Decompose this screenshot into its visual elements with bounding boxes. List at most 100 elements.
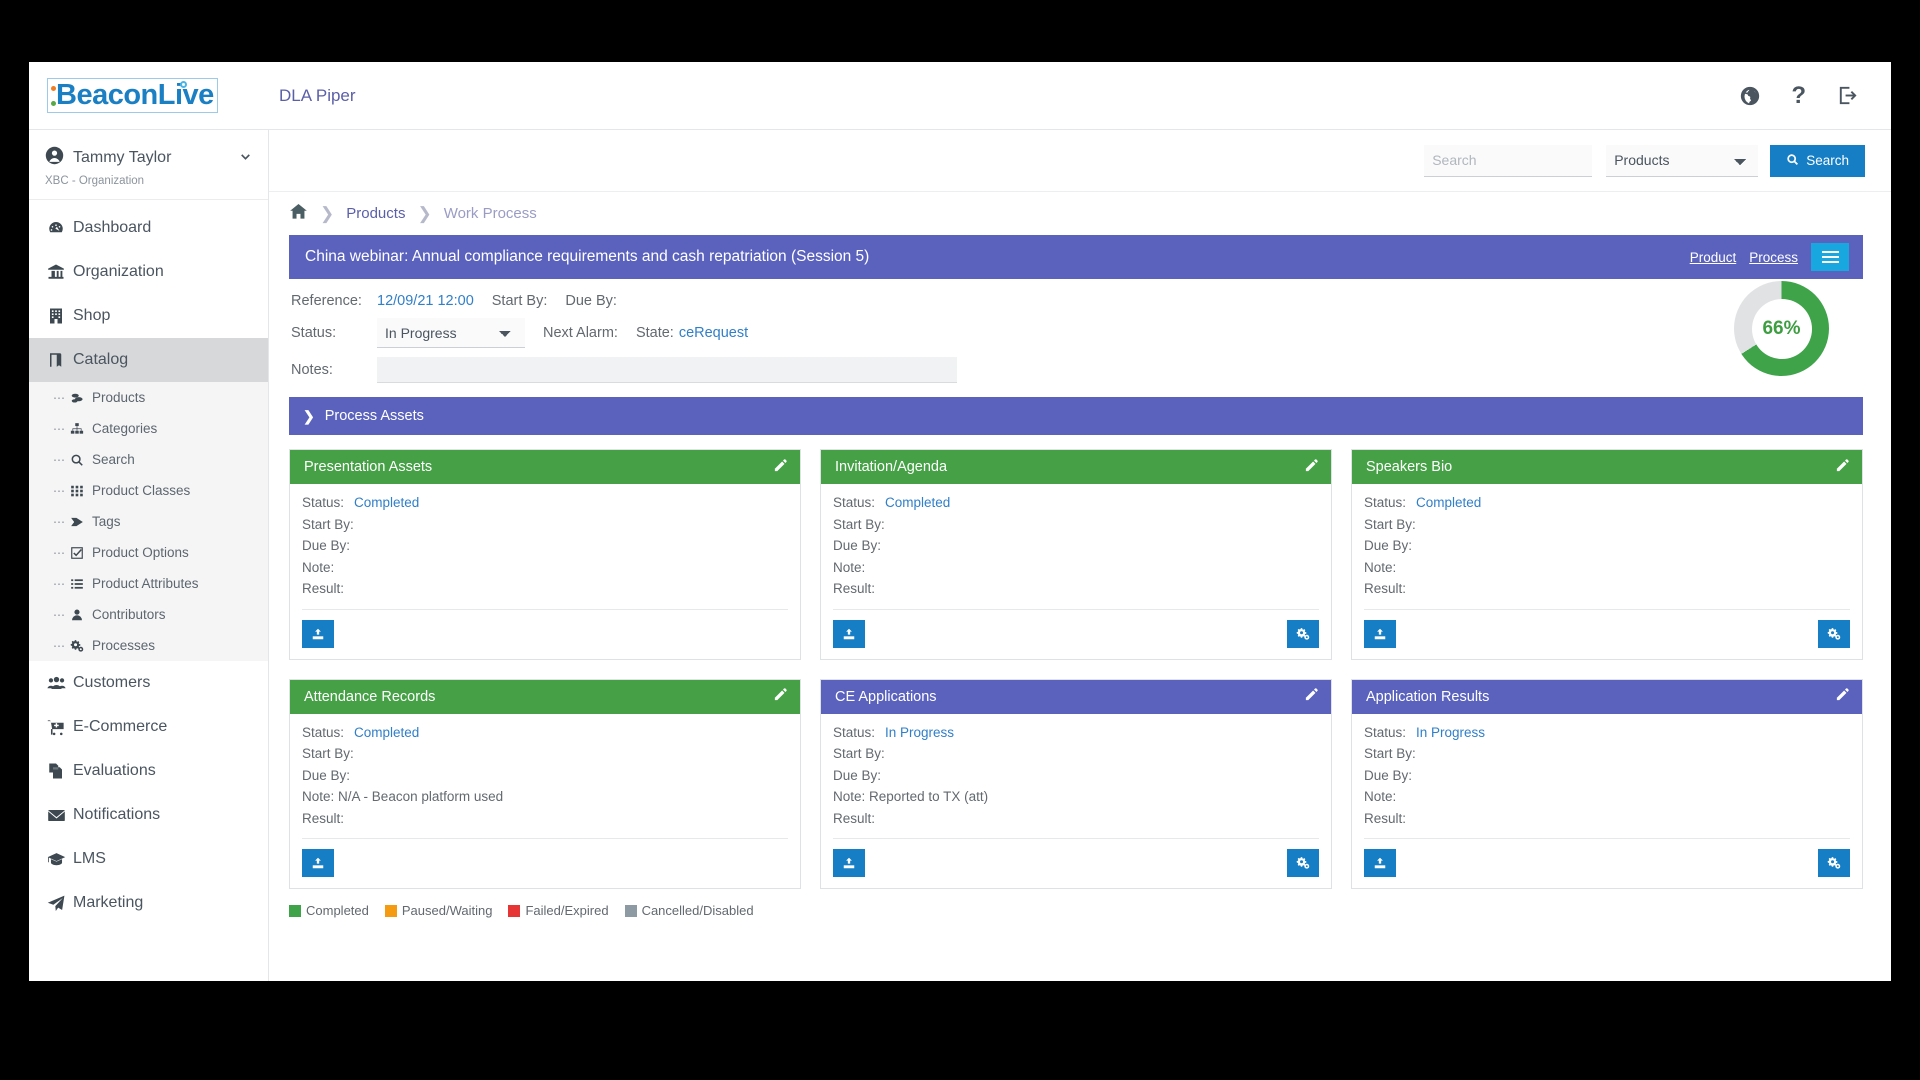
status-label: Status:	[291, 325, 337, 341]
card-note-label: Note:	[1364, 789, 1397, 804]
edit-pencil-icon[interactable]	[773, 458, 788, 477]
legend-swatch	[289, 904, 301, 917]
edit-pencil-icon[interactable]	[1835, 687, 1850, 706]
upload-button[interactable]	[302, 849, 334, 877]
process-link[interactable]: Process	[1749, 250, 1798, 265]
product-link[interactable]: Product	[1690, 250, 1737, 265]
asset-cards-grid: Presentation Assets Status: Completed Start…	[289, 449, 1863, 889]
asset-card-title: Invitation/Agenda	[835, 459, 948, 475]
asset-card: Presentation Assets Status: Completed Start…	[289, 449, 801, 660]
sidebar-item-e-commerce[interactable]: E-Commerce	[29, 705, 268, 749]
status-select[interactable]: In Progress	[377, 318, 525, 348]
sidebar-navigation: Tammy Taylor XBC - Organization Dashboar…	[29, 130, 269, 981]
settings-button[interactable]	[1287, 619, 1319, 648]
sidebar-item-processes[interactable]: ⋯ Processes	[29, 630, 268, 661]
title-bar-actions: Product Process	[1690, 243, 1849, 271]
upload-button[interactable]	[833, 849, 865, 877]
tree-dash: ⋯	[53, 452, 65, 467]
sidebar-item-dashboard[interactable]: Dashboard	[29, 206, 268, 250]
process-assets-toggle[interactable]: ❯ Process Assets	[289, 397, 1863, 435]
legend-label: Completed	[306, 903, 369, 918]
sidebar-item-customers[interactable]: Customers	[29, 661, 268, 705]
upload-button[interactable]	[1364, 849, 1396, 877]
sidebar-item-products[interactable]: ⋯ Products	[29, 382, 268, 413]
card-result-row: Result:	[302, 808, 786, 830]
page-title: China webinar: Annual compliance require…	[305, 248, 870, 265]
sub-item-label: Product Attributes	[92, 576, 199, 591]
breadcrumb-item-products[interactable]: Products	[346, 205, 405, 222]
sidebar-item-product-attributes[interactable]: ⋯ Product Attributes	[29, 568, 268, 599]
help-icon[interactable]: ?	[1791, 83, 1806, 107]
list-icon	[70, 577, 92, 591]
asset-card-footer	[833, 838, 1319, 888]
logo-container[interactable]: BeaconLive	[29, 78, 269, 113]
settings-button[interactable]	[1287, 849, 1319, 877]
upload-button[interactable]	[302, 619, 334, 648]
sidebar-item-tags[interactable]: ⋯ Tags	[29, 506, 268, 537]
chevron-down-icon[interactable]	[239, 150, 252, 166]
sidebar-item-product-options[interactable]: ⋯ Product Options	[29, 537, 268, 568]
asset-card-title: Presentation Assets	[304, 459, 433, 475]
home-icon[interactable]	[289, 202, 308, 225]
asset-card-header: Application Results	[1352, 679, 1862, 714]
globe-icon[interactable]	[1739, 85, 1761, 107]
card-status-value: Completed	[1416, 495, 1482, 510]
card-note-row: Note:	[833, 557, 1317, 579]
sidebar-item-lms[interactable]: LMS	[29, 837, 268, 881]
sub-item-label: Contributors	[92, 607, 166, 622]
dashboard-icon	[47, 219, 73, 237]
progress-percent-label: 66%	[1762, 317, 1801, 339]
user-name: Tammy Taylor	[73, 149, 172, 166]
sidebar-item-search[interactable]: ⋯ Search	[29, 444, 268, 475]
asset-card-header: CE Applications	[821, 679, 1331, 714]
logo-text: BeaconLive	[56, 79, 214, 111]
menu-icon[interactable]	[1811, 243, 1849, 271]
book-icon	[47, 351, 73, 369]
reference-value[interactable]: 12/09/21 12:00	[377, 293, 474, 309]
settings-button[interactable]	[1818, 619, 1850, 648]
sidebar-item-marketing[interactable]: Marketing	[29, 881, 268, 925]
asset-card: CE Applications Status: In Progress Start B…	[820, 678, 1332, 889]
edit-pencil-icon[interactable]	[1304, 687, 1319, 706]
sidebar-item-organization[interactable]: Organization	[29, 250, 268, 294]
sidebar-item-evaluations[interactable]: Evaluations	[29, 749, 268, 793]
asset-card-title: Speakers Bio	[1366, 459, 1453, 475]
main-content: Products Search ❯ Products ❯ Work Proces…	[269, 130, 1891, 981]
edit-pencil-icon[interactable]	[773, 687, 788, 706]
process-assets-label: Process Assets	[324, 408, 424, 424]
card-start-by-label: Start By:	[302, 516, 354, 532]
sidebar-item-shop[interactable]: Shop	[29, 294, 268, 338]
sidebar-item-categories[interactable]: ⋯ Categories	[29, 413, 268, 444]
state-value[interactable]: ceRequest	[679, 325, 748, 341]
sidebar-item-catalog[interactable]: Catalog	[29, 338, 268, 382]
legend-item: Failed/Expired	[508, 903, 609, 918]
sidebar-item-label: Notifications	[73, 806, 161, 823]
sidebar-item-product-classes[interactable]: ⋯ Product Classes	[29, 475, 268, 506]
search-input[interactable]	[1424, 144, 1593, 177]
edit-pencil-icon[interactable]	[1835, 458, 1850, 477]
logout-icon[interactable]	[1836, 84, 1859, 107]
card-note-label: Note:	[1364, 559, 1397, 575]
settings-button[interactable]	[1818, 849, 1850, 877]
upload-button[interactable]	[1364, 619, 1396, 648]
notes-input[interactable]	[377, 357, 957, 383]
upload-button[interactable]	[833, 619, 865, 648]
card-status-row: Status: Completed	[302, 722, 786, 744]
legend-label: Paused/Waiting	[401, 903, 493, 918]
asset-card-body: Status: In Progress Start By: Due By: Note: …	[821, 714, 1331, 830]
chevron-right-icon: ❯	[303, 407, 315, 424]
sidebar-item-contributors[interactable]: ⋯ Contributors	[29, 599, 268, 630]
beaconlive-logo[interactable]: BeaconLive	[47, 78, 218, 113]
search-scope-select[interactable]: Products	[1606, 144, 1759, 177]
sidebar-item-notifications[interactable]: Notifications	[29, 793, 268, 837]
user-profile-block[interactable]: Tammy Taylor XBC - Organization	[29, 130, 268, 200]
organization-name: DLA Piper	[279, 85, 356, 105]
asset-card-body: Status: Completed Start By: Due By: Note: Re…	[821, 484, 1331, 600]
reference-label: Reference:	[291, 293, 362, 309]
card-result-row: Result:	[1364, 808, 1848, 830]
sidebar-item-label: E-Commerce	[73, 718, 168, 735]
asset-card-footer	[833, 608, 1319, 659]
asset-card-footer	[302, 608, 788, 659]
search-button[interactable]: Search	[1770, 144, 1865, 177]
edit-pencil-icon[interactable]	[1304, 458, 1319, 477]
